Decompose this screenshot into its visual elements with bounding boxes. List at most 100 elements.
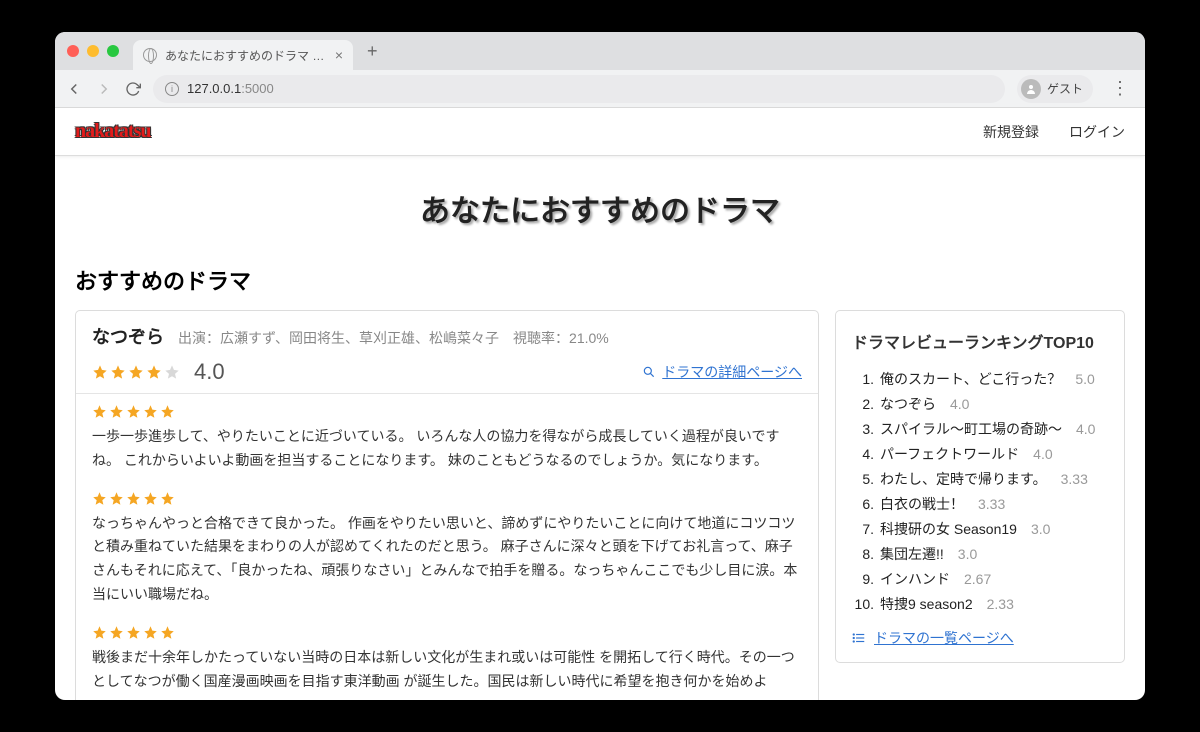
header-links: 新規登録 ログイン	[983, 122, 1125, 142]
traffic-lights	[67, 45, 119, 57]
drama-detail-link[interactable]: ドラマの詳細ページへ	[642, 362, 802, 382]
drama-detail-link-label: ドラマの詳細ページへ	[662, 362, 802, 382]
drama-rating-label: 視聴率：21.0%	[513, 328, 609, 348]
drama-header: なつぞら 出演：広瀬すず、岡田将生、草刈正雄、松嶋菜々子 視聴率：21.0% 4…	[76, 311, 818, 394]
close-window-button[interactable]	[67, 45, 79, 57]
star-icon	[160, 491, 175, 506]
drama-title: なつぞら	[92, 323, 164, 349]
all-dramas-link[interactable]: ドラマの一覧ページへ	[852, 628, 1108, 648]
review-stars	[92, 625, 802, 640]
site-logo[interactable]: nakatatsu	[75, 120, 150, 143]
section-title: おすすめのドラマ	[75, 264, 1125, 296]
ranking-item[interactable]: 科捜研の女 Season19 3.0	[852, 519, 1108, 539]
review-item: 戦後まだ十余年しかたっていない当時の日本は新しい文化が生まれ或いは可能性 を開拓…	[92, 625, 802, 694]
back-button[interactable]	[65, 80, 83, 98]
search-icon	[642, 365, 656, 379]
drama-cast: 出演：広瀬すず、岡田将生、草刈正雄、松嶋菜々子	[178, 328, 499, 348]
ranking-item-title: スパイラル〜町工場の奇跡〜	[880, 419, 1062, 439]
ranking-item[interactable]: なつぞら 4.0	[852, 394, 1108, 414]
maximize-window-button[interactable]	[107, 45, 119, 57]
star-icon	[109, 404, 124, 419]
star-icon	[92, 491, 107, 506]
ranking-item-title: 科捜研の女 Season19	[880, 519, 1017, 539]
star-icon	[164, 364, 180, 380]
close-tab-icon[interactable]: ×	[335, 47, 343, 63]
ranking-item-score: 3.0	[958, 546, 977, 562]
page-title: あなたにおすすめのドラマ	[75, 186, 1125, 230]
browser-window: あなたにおすすめのドラマ ドラマ × + i 127.0.0.1:5000 ゲス…	[55, 32, 1145, 700]
star-icon	[143, 491, 158, 506]
ranking-title: ドラマレビューランキングTOP10	[852, 329, 1108, 353]
avatar-icon	[1021, 79, 1041, 99]
star-icon	[109, 625, 124, 640]
page-scroll[interactable]: nakatatsu 新規登録 ログイン あなたにおすすめのドラマ おすすめのドラ…	[55, 108, 1145, 700]
ranking-item[interactable]: スパイラル〜町工場の奇跡〜 4.0	[852, 419, 1108, 439]
ranking-item-score: 4.0	[950, 396, 969, 412]
ranking-item[interactable]: インハンド 2.67	[852, 569, 1108, 589]
ranking-item-score: 4.0	[1076, 421, 1095, 437]
review-text: 戦後まだ十余年しかたっていない当時の日本は新しい文化が生まれ或いは可能性 を開拓…	[92, 646, 802, 694]
register-link[interactable]: 新規登録	[983, 122, 1039, 142]
window-titlebar: あなたにおすすめのドラマ ドラマ × +	[55, 32, 1145, 70]
star-icon	[143, 404, 158, 419]
tab-title: あなたにおすすめのドラマ ドラマ	[165, 47, 327, 64]
list-icon	[852, 631, 866, 645]
ranking-item[interactable]: 集団左遷!! 3.0	[852, 544, 1108, 564]
review-item: 一歩一歩進歩して、やりたいことに近づいている。 いろんな人の協力を得ながら成長し…	[92, 404, 802, 473]
ranking-item-title: なつぞら	[880, 394, 936, 414]
profile-chip[interactable]: ゲスト	[1017, 75, 1093, 103]
review-stars	[92, 491, 802, 506]
ranking-card: ドラマレビューランキングTOP10 俺のスカート、どこ行った？5.0 なつぞら 4.…	[835, 310, 1125, 663]
ranking-item-title: 集団左遷!!	[880, 544, 944, 564]
star-icon	[128, 364, 144, 380]
star-icon	[126, 491, 141, 506]
review-item: なっちゃんやっと合格できて良かった。 作画をやりたい思いと、諦めずにやりたいこと…	[92, 491, 802, 607]
star-icon	[126, 625, 141, 640]
star-icon	[160, 404, 175, 419]
ranking-item-score: 3.33	[1061, 471, 1088, 487]
ranking-item-title: 白衣の戦士！	[880, 494, 964, 514]
globe-icon	[143, 48, 157, 62]
ranking-item[interactable]: 俺のスカート、どこ行った？5.0	[852, 369, 1108, 389]
star-icon	[109, 491, 124, 506]
page-content: あなたにおすすめのドラマ おすすめのドラマ なつぞら 出演：広瀬すず、岡田将生、…	[55, 156, 1145, 700]
site-header: nakatatsu 新規登録 ログイン	[55, 108, 1145, 156]
new-tab-button[interactable]: +	[367, 41, 378, 62]
rating-block: 4.0	[92, 359, 225, 385]
star-icon	[160, 625, 175, 640]
page-viewport: nakatatsu 新規登録 ログイン あなたにおすすめのドラマ おすすめのドラ…	[55, 108, 1145, 700]
reviews-list: 一歩一歩進歩して、やりたいことに近づいている。 いろんな人の協力を得ながら成長し…	[76, 394, 818, 693]
drama-stars	[92, 364, 180, 380]
star-icon	[126, 404, 141, 419]
ranking-item-title: 俺のスカート、どこ行った？	[880, 369, 1061, 389]
profile-label: ゲスト	[1047, 80, 1083, 97]
minimize-window-button[interactable]	[87, 45, 99, 57]
ranking-item-score: 2.67	[964, 571, 991, 587]
ranking-item-title: インハンド	[880, 569, 950, 589]
star-icon	[143, 625, 158, 640]
all-dramas-link-label: ドラマの一覧ページへ	[874, 628, 1014, 648]
ranking-item[interactable]: 白衣の戦士！3.33	[852, 494, 1108, 514]
ranking-item-score: 3.0	[1031, 521, 1050, 537]
star-icon	[92, 404, 107, 419]
review-text: 一歩一歩進歩して、やりたいことに近づいている。 いろんな人の協力を得ながら成長し…	[92, 425, 802, 473]
site-info-icon[interactable]: i	[165, 82, 179, 96]
browser-tab[interactable]: あなたにおすすめのドラマ ドラマ ×	[133, 40, 353, 70]
ranking-item[interactable]: パーフェクトワールド4.0	[852, 444, 1108, 464]
forward-button[interactable]	[95, 80, 113, 98]
star-icon	[92, 364, 108, 380]
browser-menu-button[interactable]: ⋮	[1105, 78, 1135, 99]
login-link[interactable]: ログイン	[1069, 122, 1125, 142]
address-bar[interactable]: i 127.0.0.1:5000	[153, 75, 1005, 103]
ranking-list: 俺のスカート、どこ行った？5.0 なつぞら 4.0 スパイラル〜町工場の奇跡〜 4.0 パ…	[852, 369, 1108, 614]
ranking-item[interactable]: 特捜9 season22.33	[852, 594, 1108, 614]
drama-score: 4.0	[194, 359, 225, 385]
two-column-layout: なつぞら 出演：広瀬すず、岡田将生、草刈正雄、松嶋菜々子 視聴率：21.0% 4…	[75, 310, 1125, 700]
review-text: なっちゃんやっと合格できて良かった。 作画をやりたい思いと、諦めずにやりたいこと…	[92, 512, 802, 607]
ranking-item[interactable]: わたし、定時で帰ります。3.33	[852, 469, 1108, 489]
star-icon	[146, 364, 162, 380]
star-icon	[92, 625, 107, 640]
ranking-item-title: 特捜9 season2	[880, 594, 973, 614]
reload-button[interactable]	[125, 81, 141, 97]
review-stars	[92, 404, 802, 419]
